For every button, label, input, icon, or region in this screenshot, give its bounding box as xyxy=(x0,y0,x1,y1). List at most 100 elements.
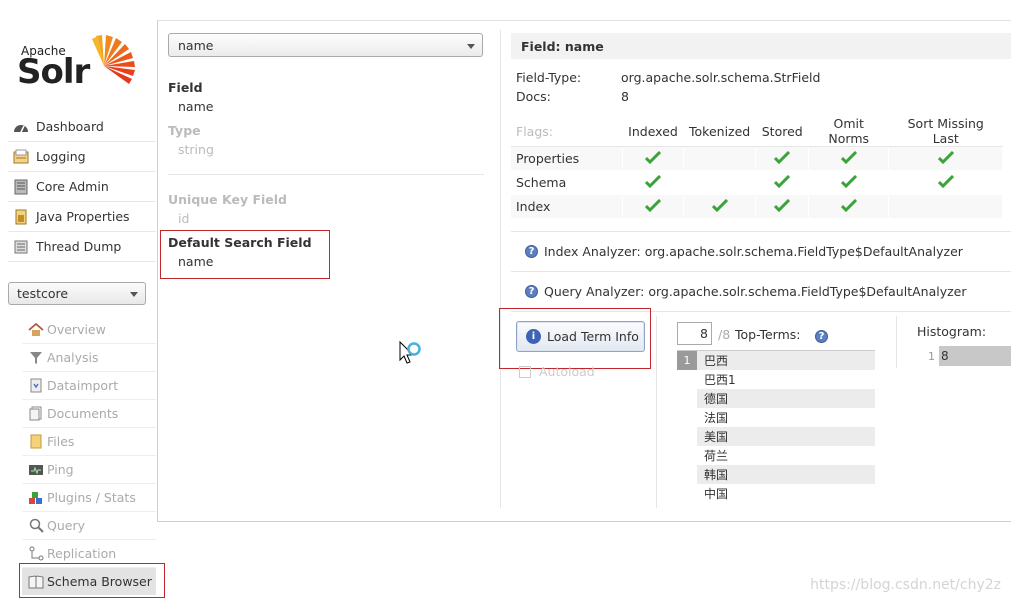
chevron-down-icon xyxy=(130,292,138,297)
field-type-value: org.apache.solr.schema.StrField xyxy=(621,70,821,85)
term-count xyxy=(677,370,697,389)
top-terms-help[interactable]: ? xyxy=(815,327,828,343)
flag-cell xyxy=(888,170,1004,195)
core-admin-icon xyxy=(12,178,30,196)
flag-cell xyxy=(755,194,810,219)
term-count xyxy=(677,427,697,446)
core-menu-label: Ping xyxy=(47,462,74,477)
solr-logo[interactable]: Apache Solr xyxy=(17,28,142,98)
term-text: 巴西1 xyxy=(704,373,736,387)
core-menu-analysis[interactable]: Analysis xyxy=(22,344,156,372)
term-row[interactable]: 美国 xyxy=(677,427,875,446)
nav-dashboard[interactable]: Dashboard xyxy=(8,112,156,142)
term-text: 德国 xyxy=(697,389,875,408)
flag-cell xyxy=(622,146,684,171)
core-menu-query[interactable]: Query xyxy=(22,512,156,540)
core-menu-files[interactable]: Files xyxy=(22,428,156,456)
histogram-label: Histogram: xyxy=(917,324,987,339)
field-selector-value: name xyxy=(178,37,214,53)
flags-table: Flags: Indexed Tokenized Stored Omit Nor… xyxy=(511,116,1004,219)
flag-cell xyxy=(888,194,1004,219)
flag-column-header: Stored xyxy=(755,116,810,147)
check-icon xyxy=(774,174,791,188)
column-divider xyxy=(656,316,657,508)
flag-column-header: Indexed xyxy=(622,116,684,147)
replication-icon xyxy=(28,546,44,562)
flag-row-schema: Schema xyxy=(511,170,1004,195)
field-value[interactable]: name xyxy=(178,99,213,114)
core-menu-label: Plugins / Stats xyxy=(47,490,136,505)
nav-thread-dump[interactable]: Thread Dump xyxy=(8,232,156,262)
autoload-checkbox[interactable] xyxy=(519,365,531,378)
core-selector[interactable]: testcore xyxy=(8,282,146,305)
core-menu-overview[interactable]: Overview xyxy=(22,316,156,344)
dashboard-icon xyxy=(12,118,30,136)
docs-label: Docs: xyxy=(516,89,551,104)
top-terms-input[interactable]: 8 xyxy=(677,322,712,345)
thread-dump-icon xyxy=(12,238,30,256)
core-menu-label: Files xyxy=(47,434,75,449)
flags-header-label: Flags: xyxy=(511,116,623,147)
nav-java-properties[interactable]: Java Properties xyxy=(8,202,156,232)
check-icon xyxy=(840,150,857,164)
home-icon xyxy=(28,322,44,338)
term-count xyxy=(677,484,697,503)
type-value[interactable]: string xyxy=(178,142,214,157)
nav-label: Java Properties xyxy=(36,209,130,224)
term-row[interactable]: 韩国 xyxy=(677,465,875,484)
busy-cursor-icon xyxy=(398,340,424,371)
term-text: 美国 xyxy=(697,427,875,446)
histogram-bar: 8 xyxy=(939,346,1011,366)
flag-cell xyxy=(682,146,757,171)
divider xyxy=(511,231,1011,232)
term-row[interactable]: 法国 xyxy=(677,408,875,427)
flag-row-label: Index xyxy=(511,194,623,219)
core-selector-value: testcore xyxy=(17,286,69,301)
check-icon xyxy=(774,198,791,212)
flag-cell xyxy=(755,146,810,171)
type-label: Type xyxy=(168,123,201,138)
filter-icon xyxy=(28,350,44,366)
term-text: 法国 xyxy=(704,411,729,425)
term-count xyxy=(677,389,697,408)
nav-core-admin[interactable]: Core Admin xyxy=(8,172,156,202)
flag-cell xyxy=(682,170,757,195)
flag-cell xyxy=(755,170,810,195)
core-menu-dataimport[interactable]: Dataimport xyxy=(22,372,156,400)
term-row[interactable]: 巴西1 xyxy=(677,370,875,389)
term-row[interactable]: 1 巴西 xyxy=(677,351,875,370)
core-menu-label: Overview xyxy=(47,322,106,337)
core-menu-documents[interactable]: Documents xyxy=(22,400,156,428)
check-icon xyxy=(644,198,662,212)
core-menu-ping[interactable]: Ping xyxy=(22,456,156,484)
histogram-key: 1 xyxy=(928,350,935,363)
flag-row-label: Schema xyxy=(511,170,623,195)
term-row[interactable]: 中国 xyxy=(677,484,875,503)
plugins-icon xyxy=(28,490,44,506)
field-info-title: Field: name xyxy=(511,33,1011,59)
term-text: 中国 xyxy=(704,487,729,501)
unique-key-value[interactable]: id xyxy=(178,211,189,226)
flag-cell xyxy=(808,194,890,219)
flag-cell xyxy=(808,170,890,195)
chevron-down-icon xyxy=(467,44,475,49)
query-analyzer-row[interactable]: ? Query Analyzer: org.apache.solr.schema… xyxy=(525,284,967,299)
autoload-option[interactable]: Autoload xyxy=(519,364,595,379)
field-selector[interactable]: name xyxy=(168,33,483,57)
term-row[interactable]: 荷兰 xyxy=(677,446,875,465)
flag-cell xyxy=(888,146,1004,171)
files-icon xyxy=(28,434,44,450)
field-label: Field xyxy=(168,80,203,95)
term-row[interactable]: 德国 xyxy=(677,389,875,408)
check-icon xyxy=(644,150,662,164)
logging-icon xyxy=(12,148,30,166)
term-count xyxy=(677,446,697,465)
query-analyzer-text: Query Analyzer: org.apache.solr.schema.F… xyxy=(544,284,967,299)
core-menu-plugins-stats[interactable]: Plugins / Stats xyxy=(22,484,156,512)
nav-label: Dashboard xyxy=(36,119,104,134)
logo-solr-text: Solr xyxy=(17,52,90,92)
java-properties-icon xyxy=(12,208,30,226)
core-menu-label: Query xyxy=(47,518,85,533)
nav-logging[interactable]: Logging xyxy=(8,142,156,172)
index-analyzer-row[interactable]: ? Index Analyzer: org.apache.solr.schema… xyxy=(525,244,963,259)
